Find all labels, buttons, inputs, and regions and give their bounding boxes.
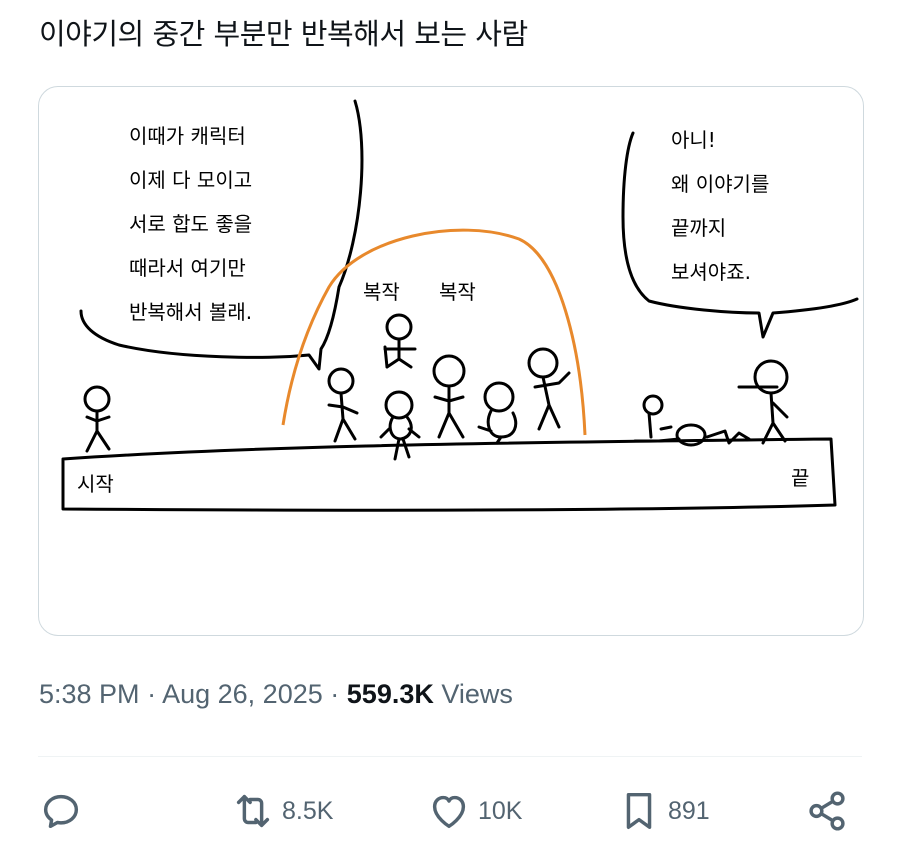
retweet-button[interactable]: 8.5K bbox=[230, 776, 333, 846]
left-bubble-line: 이때가 캐릭터 bbox=[129, 124, 246, 148]
left-bubble-line: 때라서 여기만 bbox=[129, 256, 246, 280]
right-bubble-line: 보셔야죠. bbox=[671, 260, 751, 284]
start-label: 시작 bbox=[77, 472, 114, 496]
crowd-figure-1 bbox=[327, 367, 359, 443]
tweet-image[interactable]: 이때가 캐릭터 이제 다 모이고 서로 합도 좋을 때라서 여기만 반복해서 볼… bbox=[38, 86, 864, 636]
lying-figure bbox=[633, 394, 751, 447]
comic-drawing: 이때가 캐릭터 이제 다 모이고 서로 합도 좋을 때라서 여기만 반복해서 볼… bbox=[61, 99, 859, 512]
right-bubble-line: 왜 이야기를 bbox=[671, 172, 769, 196]
share-icon bbox=[809, 791, 845, 831]
bookmark-icon bbox=[626, 792, 652, 830]
tweet-text: 이야기의 중간 부분만 반복해서 보는 사람 bbox=[39, 17, 528, 51]
heart-icon bbox=[432, 795, 466, 829]
crowd-figure-3 bbox=[432, 354, 466, 439]
meta-separator: · bbox=[147, 679, 157, 709]
crowd-figure-2 bbox=[379, 390, 421, 461]
right-speech-bubble bbox=[621, 131, 859, 339]
left-bubble-line: 반복해서 볼래. bbox=[129, 300, 252, 324]
tweet-meta: 5:38 PM · Aug 26, 2025 · 559.3K Views bbox=[39, 676, 513, 712]
start-figure bbox=[83, 385, 111, 453]
like-count: 10K bbox=[478, 796, 523, 825]
retweet-icon bbox=[236, 794, 270, 828]
timeline-bar bbox=[61, 437, 837, 512]
right-bubble-line: 아니! bbox=[671, 128, 716, 152]
views-count: 559.3K bbox=[346, 679, 434, 709]
like-button[interactable]: 10K bbox=[426, 776, 522, 846]
sfx-text: 복작 bbox=[363, 280, 400, 304]
action-bar: 8.5K 10K 891 bbox=[38, 776, 862, 846]
left-bubble-line: 서로 합도 좋을 bbox=[129, 212, 252, 236]
end-label: 끝 bbox=[791, 466, 809, 490]
share-button[interactable] bbox=[804, 776, 850, 846]
end-figure bbox=[737, 359, 789, 445]
reply-button[interactable] bbox=[38, 776, 84, 846]
left-bubble-line: 이제 다 모이고 bbox=[129, 168, 252, 192]
views-label: Views bbox=[441, 679, 513, 709]
right-bubble-line: 끝까지 bbox=[671, 216, 726, 240]
retweet-count: 8.5K bbox=[282, 796, 334, 825]
meta-separator: · bbox=[330, 679, 340, 709]
tweet-date[interactable]: Aug 26, 2025 bbox=[162, 679, 323, 709]
crowd-figure-jumping bbox=[383, 313, 417, 369]
bookmark-button[interactable]: 891 bbox=[616, 776, 710, 846]
reply-icon bbox=[43, 794, 79, 829]
bookmark-count: 891 bbox=[668, 796, 710, 825]
sfx-text: 복작 bbox=[439, 280, 476, 304]
tweet-time[interactable]: 5:38 PM bbox=[39, 679, 140, 709]
crowd-figure-4 bbox=[477, 381, 518, 445]
crowd-figure-5 bbox=[527, 347, 571, 431]
divider bbox=[38, 756, 862, 757]
